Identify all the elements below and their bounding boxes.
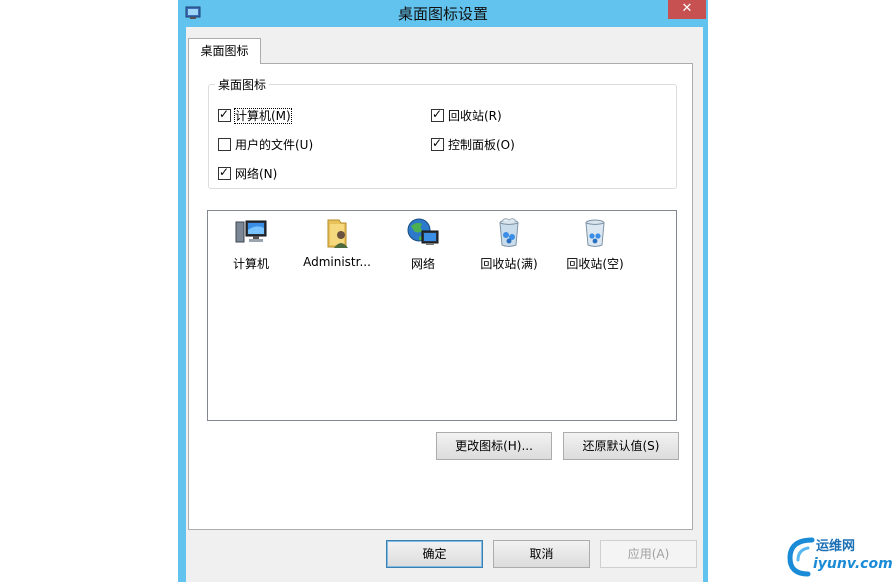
checkbox-user-files[interactable]: 用户的文件(U) <box>218 137 313 153</box>
watermark-cn: 运维网 <box>816 539 856 554</box>
user-folder-icon <box>327 219 348 248</box>
tab-desktop-icons[interactable]: 桌面图标 <box>188 38 261 64</box>
window-title: 桌面图标设置 <box>397 5 488 23</box>
cancel-button[interactable]: 取消 <box>493 540 590 568</box>
restore-default-button[interactable]: 还原默认值(S) <box>563 432 679 460</box>
desktop-icons-group: 桌面图标 ✓ 计算机(M) ✓ 回收站(R) 用户的文件(U) ✓ 控制面板(O) ✓… <box>208 76 677 189</box>
item-label: 计算机 <box>232 257 269 271</box>
dialog-client-area: 桌面图标 桌面图标 ✓ 计算机(M) ✓ 回收站(R) 用户的文件(U) ✓ 控制面板… <box>186 27 703 582</box>
checkbox-box[interactable]: ✓ <box>218 165 231 180</box>
checkbox-label: 回收站(R) <box>448 109 502 123</box>
checkbox-box[interactable] <box>218 138 231 151</box>
close-button[interactable]: ✕ <box>668 0 706 19</box>
check-mark-icon: ✓ <box>432 136 443 150</box>
checkbox-computer[interactable]: ✓ 计算机(M) <box>218 107 292 124</box>
list-item-user-folder[interactable]: Administr... <box>294 215 380 275</box>
check-mark-icon: ✓ <box>219 107 230 121</box>
checkbox-box[interactable]: ✓ <box>431 136 444 151</box>
checkbox-box[interactable]: ✓ <box>218 107 231 122</box>
item-label: Administr... <box>303 255 371 269</box>
checkbox-label: 计算机(M) <box>234 108 292 124</box>
list-item-computer[interactable]: 计算机 <box>208 215 294 275</box>
checkbox-network[interactable]: ✓ 网络(N) <box>218 165 278 182</box>
title-bar[interactable]: 桌面图标设置 ✕ <box>178 0 708 26</box>
ok-button[interactable]: 确定 <box>386 540 483 568</box>
watermark-logo: 运维网 iyunv.com <box>786 532 893 580</box>
item-label: 回收站(空) <box>566 257 624 271</box>
swirl-logo-icon <box>787 537 815 577</box>
check-mark-icon: ✓ <box>219 165 230 179</box>
checkbox-label: 控制面板(O) <box>448 138 515 152</box>
recycle-bin-full-icon <box>499 218 519 247</box>
group-legend: 桌面图标 <box>215 76 270 93</box>
checkbox-label: 用户的文件(U) <box>235 138 314 152</box>
dialog-window: 桌面图标设置 ✕ 桌面图标 桌面图标 ✓ 计算机(M) ✓ 回收站(R) 用户的文件… <box>178 0 708 582</box>
recycle-bin-empty-icon <box>585 219 605 247</box>
item-label: 网络 <box>410 257 435 271</box>
list-item-network[interactable]: 网络 <box>380 215 466 275</box>
checkbox-recycle-bin[interactable]: ✓ 回收站(R) <box>431 107 502 124</box>
check-mark-icon: ✓ <box>432 107 443 121</box>
checkbox-control-panel[interactable]: ✓ 控制面板(O) <box>431 136 515 153</box>
checkbox-box[interactable]: ✓ <box>431 107 444 122</box>
list-item-recycle-bin-full[interactable]: 回收站(满) <box>466 215 552 275</box>
computer-icon <box>235 220 267 243</box>
tab-panel: 桌面图标 ✓ 计算机(M) ✓ 回收站(R) 用户的文件(U) ✓ 控制面板(O) ✓… <box>188 63 693 530</box>
icon-list[interactable]: 计算机 Administr... 网络 回收站(满) 回收站(空) <box>207 210 677 421</box>
change-icon-button[interactable]: 更改图标(H)... <box>436 432 552 460</box>
checkbox-label: 网络(N) <box>235 167 278 181</box>
watermark-en: iyunv.com <box>813 556 893 572</box>
list-item-recycle-bin-empty[interactable]: 回收站(空) <box>552 215 638 275</box>
apply-button[interactable]: 应用(A) <box>600 540 697 568</box>
item-label: 回收站(满) <box>480 257 538 271</box>
network-icon <box>407 218 439 245</box>
